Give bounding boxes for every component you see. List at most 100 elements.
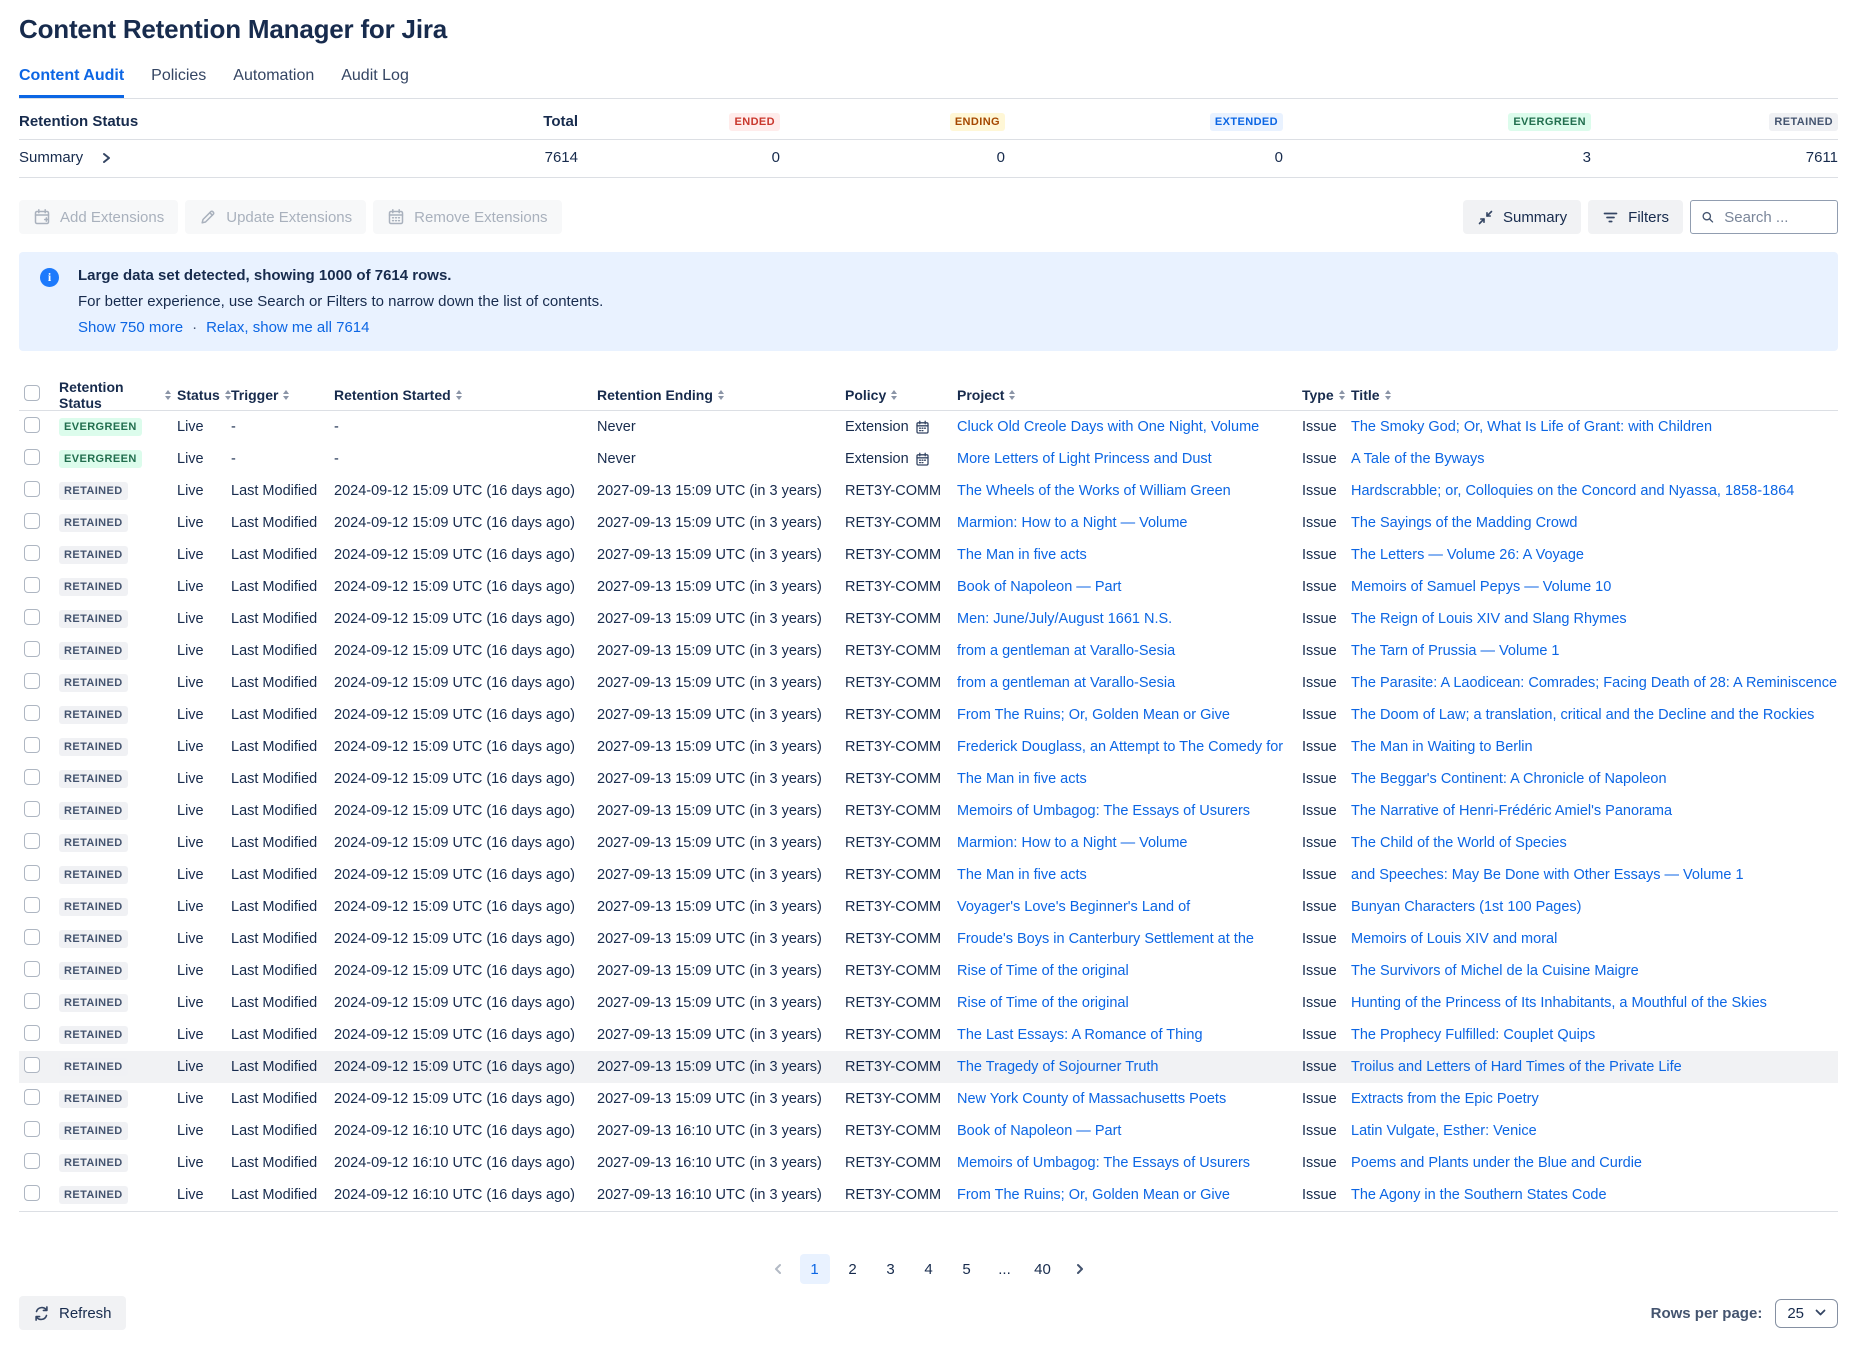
- row-checkbox[interactable]: [24, 1057, 40, 1073]
- title-link[interactable]: Bunyan Characters (1st 100 Pages): [1351, 899, 1582, 915]
- project-link[interactable]: From The Ruins; Or, Golden Mean or Give: [957, 1187, 1230, 1203]
- row-checkbox[interactable]: [24, 609, 40, 625]
- project-link[interactable]: Marmion: How to a Night — Volume: [957, 515, 1187, 531]
- title-link[interactable]: The Narrative of Henri-Frédéric Amiel's …: [1351, 803, 1672, 819]
- row-checkbox[interactable]: [24, 929, 40, 945]
- title-link[interactable]: A Tale of the Byways: [1351, 451, 1485, 467]
- column-header-title[interactable]: Title: [1351, 387, 1838, 403]
- tab-content-audit[interactable]: Content Audit: [19, 67, 124, 98]
- column-header-retention-ending[interactable]: Retention Ending: [597, 387, 845, 403]
- title-link[interactable]: The Child of the World of Species: [1351, 835, 1567, 851]
- page-button-4[interactable]: 4: [914, 1254, 944, 1284]
- row-checkbox[interactable]: [24, 545, 40, 561]
- project-link[interactable]: from a gentleman at Varallo-Sesia: [957, 675, 1175, 691]
- row-checkbox[interactable]: [24, 961, 40, 977]
- project-link[interactable]: Cluck Old Creole Days with One Night, Vo…: [957, 419, 1259, 435]
- title-link[interactable]: The Parasite: A Laodicean: Comrades; Fac…: [1351, 675, 1837, 691]
- row-checkbox[interactable]: [24, 641, 40, 657]
- project-link[interactable]: Memoirs of Umbagog: The Essays of Usurer…: [957, 803, 1250, 819]
- row-checkbox[interactable]: [24, 577, 40, 593]
- show-all-link[interactable]: Relax, show me all 7614: [206, 319, 369, 336]
- title-link[interactable]: Memoirs of Samuel Pepys — Volume 10: [1351, 579, 1611, 595]
- project-link[interactable]: Voyager's Love's Beginner's Land of: [957, 899, 1190, 915]
- row-checkbox[interactable]: [24, 417, 40, 433]
- page-button-1[interactable]: 1: [800, 1254, 830, 1284]
- project-link[interactable]: The Man in five acts: [957, 547, 1087, 563]
- title-link[interactable]: Hunting of the Princess of Its Inhabitan…: [1351, 995, 1767, 1011]
- row-checkbox[interactable]: [24, 705, 40, 721]
- title-link[interactable]: The Beggar's Continent: A Chronicle of N…: [1351, 771, 1667, 787]
- title-link[interactable]: The Man in Waiting to Berlin: [1351, 739, 1533, 755]
- project-link[interactable]: Rise of Time of the original: [957, 995, 1129, 1011]
- search-input[interactable]: [1722, 208, 1827, 227]
- tab-automation[interactable]: Automation: [233, 67, 314, 98]
- column-header-retention-started[interactable]: Retention Started: [334, 387, 597, 403]
- show-more-link[interactable]: Show 750 more: [78, 319, 183, 336]
- project-link[interactable]: Book of Napoleon — Part: [957, 1123, 1121, 1139]
- update-extensions-button[interactable]: Update Extensions: [185, 200, 366, 234]
- column-header-retention-status[interactable]: Retention Status: [59, 379, 177, 411]
- row-checkbox[interactable]: [24, 1153, 40, 1169]
- title-link[interactable]: The Reign of Louis XIV and Slang Rhymes: [1351, 611, 1627, 627]
- project-link[interactable]: More Letters of Light Princess and Dust: [957, 451, 1212, 467]
- row-checkbox[interactable]: [24, 1121, 40, 1137]
- row-checkbox[interactable]: [24, 737, 40, 753]
- project-link[interactable]: From The Ruins; Or, Golden Mean or Give: [957, 707, 1230, 723]
- column-header-policy[interactable]: Policy: [845, 387, 957, 403]
- filters-button[interactable]: Filters: [1588, 200, 1683, 234]
- title-link[interactable]: The Tarn of Prussia — Volume 1: [1351, 643, 1559, 659]
- pagination-next[interactable]: [1066, 1254, 1094, 1284]
- row-checkbox[interactable]: [24, 865, 40, 881]
- remove-extensions-button[interactable]: Remove Extensions: [373, 200, 561, 234]
- select-all-checkbox[interactable]: [24, 385, 40, 401]
- project-link[interactable]: Men: June/July/August 1661 N.S.: [957, 611, 1172, 627]
- page-button-40[interactable]: 40: [1028, 1254, 1058, 1284]
- title-link[interactable]: The Survivors of Michel de la Cuisine Ma…: [1351, 963, 1639, 979]
- project-link[interactable]: from a gentleman at Varallo-Sesia: [957, 643, 1175, 659]
- page-button-3[interactable]: 3: [876, 1254, 906, 1284]
- project-link[interactable]: Rise of Time of the original: [957, 963, 1129, 979]
- summary-row-toggle[interactable]: Summary: [19, 149, 113, 166]
- row-checkbox[interactable]: [24, 1185, 40, 1201]
- tab-policies[interactable]: Policies: [151, 67, 206, 98]
- project-link[interactable]: The Wheels of the Works of William Green: [957, 483, 1231, 499]
- project-link[interactable]: New York County of Massachusetts Poets: [957, 1091, 1226, 1107]
- project-link[interactable]: Froude's Boys in Canterbury Settlement a…: [957, 931, 1254, 947]
- column-header-trigger[interactable]: Trigger: [231, 387, 334, 403]
- row-checkbox[interactable]: [24, 513, 40, 529]
- rows-per-page-select[interactable]: 25: [1775, 1299, 1838, 1328]
- title-link[interactable]: The Prophecy Fulfilled: Couplet Quips: [1351, 1027, 1595, 1043]
- project-link[interactable]: Marmion: How to a Night — Volume: [957, 835, 1187, 851]
- add-extensions-button[interactable]: Add Extensions: [19, 200, 178, 234]
- title-link[interactable]: The Agony in the Southern States Code: [1351, 1187, 1607, 1203]
- column-header-project[interactable]: Project: [957, 387, 1302, 403]
- project-link[interactable]: Memoirs of Umbagog: The Essays of Usurer…: [957, 1155, 1250, 1171]
- title-link[interactable]: Memoirs of Louis XIV and moral: [1351, 931, 1557, 947]
- refresh-button[interactable]: Refresh: [19, 1296, 126, 1330]
- row-checkbox[interactable]: [24, 1025, 40, 1041]
- summary-toggle-button[interactable]: Summary: [1463, 200, 1581, 234]
- column-header-type[interactable]: Type: [1302, 387, 1351, 403]
- project-link[interactable]: The Tragedy of Sojourner Truth: [957, 1059, 1159, 1075]
- title-link[interactable]: The Sayings of the Madding Crowd: [1351, 515, 1578, 531]
- project-link[interactable]: Frederick Douglass, an Attempt to The Co…: [957, 739, 1283, 755]
- page-button-5[interactable]: 5: [952, 1254, 982, 1284]
- column-header-status[interactable]: Status: [177, 387, 231, 403]
- title-link[interactable]: Hardscrabble; or, Colloquies on the Conc…: [1351, 483, 1794, 499]
- row-checkbox[interactable]: [24, 801, 40, 817]
- title-link[interactable]: The Letters — Volume 26: A Voyage: [1351, 547, 1584, 563]
- title-link[interactable]: Troilus and Letters of Hard Times of the…: [1351, 1059, 1682, 1075]
- row-checkbox[interactable]: [24, 481, 40, 497]
- project-link[interactable]: The Man in five acts: [957, 867, 1087, 883]
- row-checkbox[interactable]: [24, 993, 40, 1009]
- title-link[interactable]: The Smoky God; Or, What Is Life of Grant…: [1351, 419, 1712, 435]
- title-link[interactable]: Extracts from the Epic Poetry: [1351, 1091, 1539, 1107]
- title-link[interactable]: The Doom of Law; a translation, critical…: [1351, 707, 1814, 723]
- project-link[interactable]: The Last Essays: A Romance of Thing: [957, 1027, 1203, 1043]
- title-link[interactable]: Latin Vulgate, Esther: Venice: [1351, 1123, 1537, 1139]
- row-checkbox[interactable]: [24, 833, 40, 849]
- tab-audit-log[interactable]: Audit Log: [341, 67, 409, 98]
- row-checkbox[interactable]: [24, 449, 40, 465]
- row-checkbox[interactable]: [24, 897, 40, 913]
- pagination-prev[interactable]: [764, 1254, 792, 1284]
